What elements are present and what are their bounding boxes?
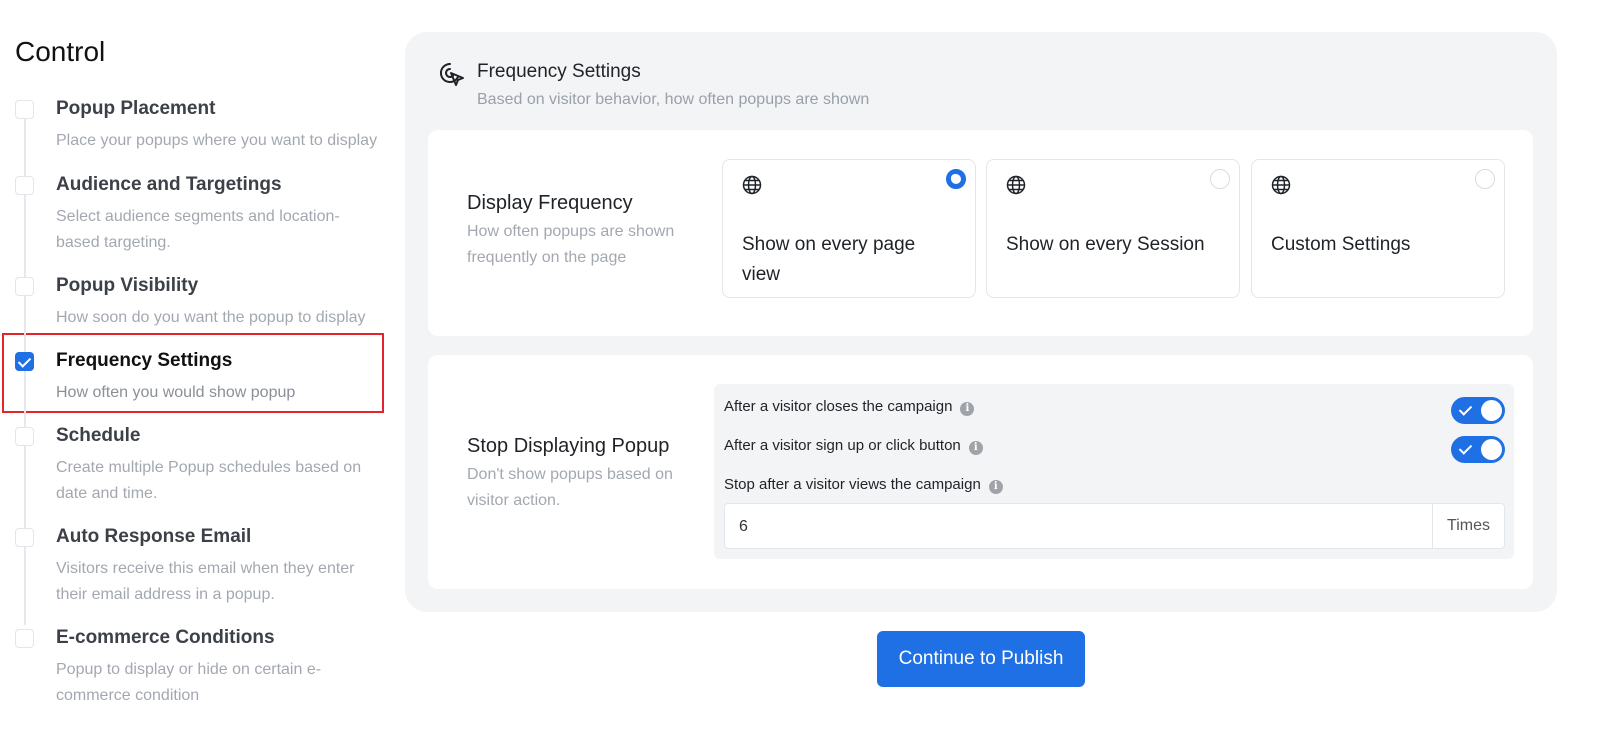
close-campaign-toggle[interactable] (1451, 397, 1505, 424)
check-icon (1458, 402, 1473, 416)
option-radio-selected[interactable] (946, 169, 966, 189)
step-title: Popup Placement (56, 98, 216, 119)
section-title: Frequency Settings (477, 61, 641, 82)
signup-label: After a visitor sign up or click button (724, 437, 961, 454)
step-desc: How soon do you want the popup to displa… (56, 309, 366, 326)
section-subtitle: Based on visitor behavior, how often pop… (477, 91, 870, 108)
stop-displaying-title: Stop Displaying Popup (467, 435, 670, 457)
continue-to-publish-button[interactable]: Continue to Publish (877, 631, 1085, 687)
step-desc: Visitors receive this email when they en… (56, 560, 355, 603)
step-title: Auto Response Email (56, 526, 252, 547)
close-campaign-label: After a visitor closes the campaign (724, 398, 953, 415)
toggle-knob (1481, 400, 1502, 421)
option-radio[interactable] (1475, 169, 1495, 189)
option-every-page-view[interactable]: Show on every page view (722, 159, 976, 298)
step-desc: Select audience segments and location-ba… (56, 208, 340, 251)
option-label: Custom Settings (1271, 234, 1411, 255)
globe-icon (1271, 175, 1291, 195)
sidebar-title: Control (15, 36, 106, 67)
step-checkbox[interactable] (15, 277, 34, 296)
signup-toggle[interactable] (1451, 436, 1505, 463)
times-suffix: Times (1432, 504, 1504, 548)
step-title: Audience and Targetings (56, 174, 282, 195)
step-desc: Place your popups where you want to disp… (56, 132, 378, 149)
views-count-input[interactable]: 6 Times (724, 503, 1505, 549)
display-frequency-title: Display Frequency (467, 192, 633, 214)
check-icon (1458, 441, 1473, 455)
step-checkbox-checked[interactable] (15, 352, 34, 371)
globe-icon (1006, 175, 1026, 195)
step-title: Popup Visibility (56, 275, 199, 296)
toggle-knob (1481, 439, 1502, 460)
stop-displaying-desc: Don't show popups based on visitor actio… (467, 466, 673, 509)
display-frequency-desc: How often popups are shown frequently on… (467, 223, 675, 266)
option-radio[interactable] (1210, 169, 1230, 189)
signup-row: After a visitor sign up or click button i (724, 437, 983, 455)
views-row: Stop after a visitor views the campaign i (724, 476, 1003, 494)
step-checkbox[interactable] (15, 629, 34, 648)
views-label: Stop after a visitor views the campaign (724, 476, 981, 493)
step-checkbox[interactable] (15, 427, 34, 446)
option-every-session[interactable]: Show on every Session (986, 159, 1240, 298)
info-icon[interactable]: i (968, 441, 983, 455)
active-step-highlight (2, 333, 384, 413)
step-desc: Create multiple Popup schedules based on… (56, 459, 362, 502)
globe-icon (742, 175, 762, 195)
step-desc: Popup to display or hide on certain e-co… (56, 661, 322, 704)
step-title: Schedule (56, 425, 141, 446)
option-custom-settings[interactable]: Custom Settings (1251, 159, 1505, 298)
info-icon[interactable]: i (988, 480, 1003, 494)
views-count-value[interactable]: 6 (739, 518, 748, 536)
option-label: Show on every Session (1006, 234, 1205, 255)
step-checkbox[interactable] (15, 176, 34, 195)
step-title: E-commerce Conditions (56, 627, 275, 648)
option-label: Show on every page view (742, 234, 916, 285)
cursor-click-icon (439, 62, 464, 86)
step-checkbox[interactable] (15, 100, 34, 119)
info-icon[interactable]: i (960, 402, 975, 416)
step-checkbox[interactable] (15, 528, 34, 547)
close-campaign-row: After a visitor closes the campaign i (724, 398, 975, 416)
